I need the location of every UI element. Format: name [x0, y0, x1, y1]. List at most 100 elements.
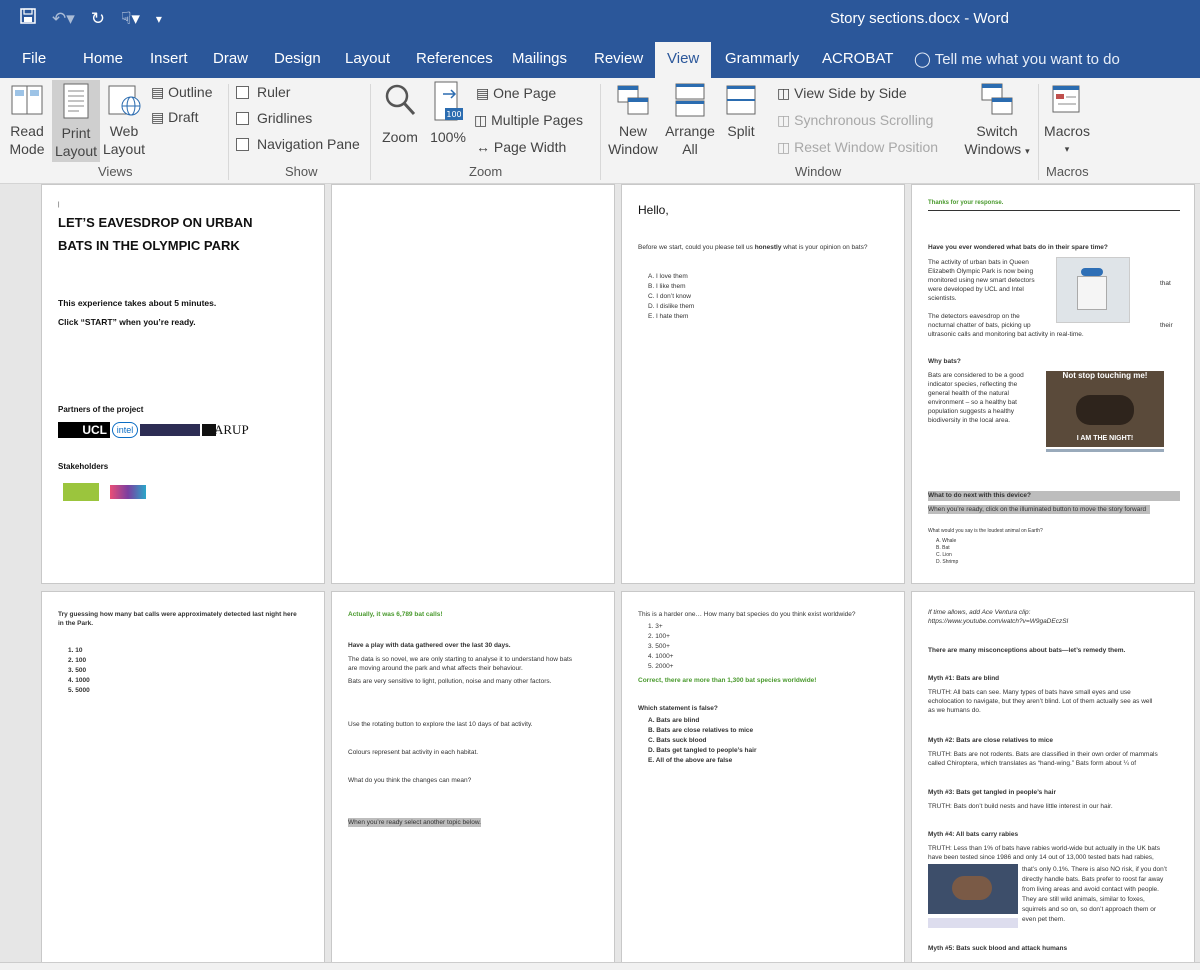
dropdown-arrow-icon: ▾ [1025, 146, 1030, 156]
navigation-pane-checkbox[interactable]: Navigation Pane [236, 135, 360, 153]
bat-body-shape [952, 876, 992, 900]
draft-icon: ▤ [151, 109, 165, 125]
switch-windows-icon [981, 83, 1013, 115]
data-text-line6: What do you think the changes can mean? [348, 777, 472, 784]
gridlines-checkbox[interactable]: Gridlines [236, 109, 312, 127]
group-macros-label: Macros [1046, 164, 1089, 179]
magnifier-icon [385, 84, 416, 116]
draft-label: Draft [168, 109, 199, 125]
switch-windows-button[interactable]: Switch Windows ▾ [960, 82, 1034, 162]
option-bat: B. Bat [936, 545, 950, 551]
redo-icon[interactable]: ↻ [91, 8, 105, 30]
group-views-label: Views [98, 164, 133, 179]
reset-window-position-button[interactable]: ◫ Reset Window Position [777, 138, 938, 156]
outline-label: Outline [168, 84, 213, 100]
group-separator [600, 84, 601, 180]
arrange-all-label-1: Arrange [665, 123, 715, 139]
tab-layout[interactable]: Layout [345, 50, 390, 68]
one-page-button[interactable]: ▤ One Page [476, 84, 556, 102]
tab-references[interactable]: References [416, 50, 493, 68]
myth-1-heading: Myth #1: Bats are blind [928, 675, 1000, 682]
tab-grammarly[interactable]: Grammarly [725, 50, 799, 68]
save-icon[interactable] [20, 8, 36, 30]
page-2 [331, 184, 615, 584]
undo-icon[interactable]: ↶▾ [52, 8, 75, 30]
view-side-by-side-button[interactable]: ◫ View Side by Side [777, 84, 907, 102]
web-layout-button[interactable]: Web Layout [100, 82, 148, 162]
tab-insert[interactable]: Insert [150, 50, 188, 68]
touch-mode-icon[interactable]: ☟▾ [121, 8, 140, 30]
truth-1-line2: echolocation to navigate, but they aren’… [928, 698, 1153, 705]
tell-me-search[interactable]: ◯ Tell me what you want to do [914, 50, 1120, 68]
tab-file[interactable]: File [22, 50, 46, 68]
partners-heading: Partners of the project [58, 405, 144, 414]
truth-1-line1: TRUTH: All bats can see. Many types of b… [928, 689, 1131, 696]
para1-line4: were developed by UCL and Intel [928, 286, 1024, 293]
synchronous-scrolling-button[interactable]: ◫ Synchronous Scrolling [777, 111, 933, 129]
para3-line6: biodiversity in the local area. [928, 417, 1011, 424]
arrange-all-button[interactable]: Arrange All [662, 82, 718, 162]
guess-option-5: 5. 5000 [68, 687, 90, 694]
multiple-pages-label: Multiple Pages [491, 112, 583, 128]
guess-question-line2: in the Park. [58, 620, 94, 627]
outline-button[interactable]: ▤ Outline [151, 83, 212, 101]
reset-position-icon: ◫ [777, 139, 791, 155]
page-width-button[interactable]: ↔ Page Width [476, 138, 566, 156]
species-option-1: 1. 3+ [648, 623, 663, 630]
ruler-checkbox[interactable]: Ruler [236, 83, 290, 101]
lightbulb-icon: ◯ [914, 51, 931, 68]
ruler-check-box[interactable] [236, 86, 249, 99]
tab-review[interactable]: Review [594, 50, 643, 68]
bat-meme-image: Not stop touching me! I AM THE NIGHT! [1046, 371, 1164, 447]
tab-design[interactable]: Design [274, 50, 321, 68]
split-icon [726, 85, 756, 115]
nav-pane-check-box[interactable] [236, 138, 249, 151]
data-text-line1: The data is so novel, we are only starti… [348, 656, 573, 663]
web-layout-label-1: Web [109, 123, 139, 139]
start-instruction: Click “START” when you’re ready. [58, 317, 196, 327]
statement-a: A. Bats are blind [648, 717, 700, 724]
heading-play-data: Have a play with data gathered over the … [348, 642, 511, 649]
tab-view[interactable]: View [655, 42, 712, 78]
multiple-pages-button[interactable]: ◫ Multiple Pages [474, 111, 583, 129]
print-layout-button[interactable]: Print Layout [52, 80, 100, 162]
split-button[interactable]: Split [720, 82, 762, 162]
read-mode-button[interactable]: Read Mode [4, 82, 50, 162]
guess-option-1: 1. 10 [68, 647, 83, 654]
draft-button[interactable]: ▤ Draft [151, 108, 198, 126]
macros-label: Macros [1044, 123, 1090, 139]
page-3: Hello, Before we start, could you please… [621, 184, 905, 584]
gridlines-check-box[interactable] [236, 112, 249, 125]
species-question: This is a harder one… How many bat speci… [638, 611, 856, 618]
tab-mailings[interactable]: Mailings [512, 50, 567, 68]
tab-acrobat[interactable]: ACROBAT [822, 50, 893, 68]
sync-scroll-icon: ◫ [777, 112, 791, 128]
para2-line3-text: ultrasonic calls and monitoring bat acti… [928, 331, 1084, 338]
truth-4-wrap4: They are still wild animals, similar to … [1022, 896, 1145, 903]
dropdown-arrow-icon: ▾ [1064, 144, 1070, 154]
para3-line1: Bats are considered to be a good [928, 372, 1024, 379]
species-option-2: 2. 100+ [648, 633, 670, 640]
para3-line3: general health of the natural [928, 390, 1009, 397]
side-by-side-icon: ◫ [777, 85, 791, 101]
zoom-100-button[interactable]: 100 100% [426, 80, 470, 162]
tab-home[interactable]: Home [83, 50, 123, 68]
page-8: If time allows, add Ace Ventura clip: ht… [911, 591, 1195, 962]
para2-their: their [1160, 322, 1173, 329]
customize-qat-icon[interactable]: ▾ [156, 8, 162, 30]
truth-2-line1: TRUTH: Bats are not rodents. Bats are cl… [928, 751, 1158, 758]
zoom-button[interactable]: Zoom [378, 82, 422, 162]
bat-photo-caption [928, 918, 1018, 928]
truth-4-wrap1: that’s only 0.1%. There is also NO risk,… [1022, 866, 1167, 873]
macros-button[interactable]: Macros ▾ [1040, 82, 1094, 162]
read-mode-icon [11, 85, 43, 115]
page-title-line-1: LET’S EAVESDROP ON URBAN [58, 215, 253, 230]
web-layout-icon [108, 85, 141, 116]
duration-text: This experience takes about 5 minutes. [58, 298, 217, 308]
data-text-line4: Use the rotating button to explore the l… [348, 721, 533, 728]
truth-4-line2: have been tested since 1986 and only 14 … [928, 854, 1154, 861]
new-window-button[interactable]: New Window [604, 82, 662, 162]
truth-4-wrap6: even pet them. [1022, 916, 1065, 923]
document-area[interactable]: | LET’S EAVESDROP ON URBAN BATS IN THE O… [0, 184, 1200, 962]
tab-draw[interactable]: Draw [213, 50, 248, 68]
